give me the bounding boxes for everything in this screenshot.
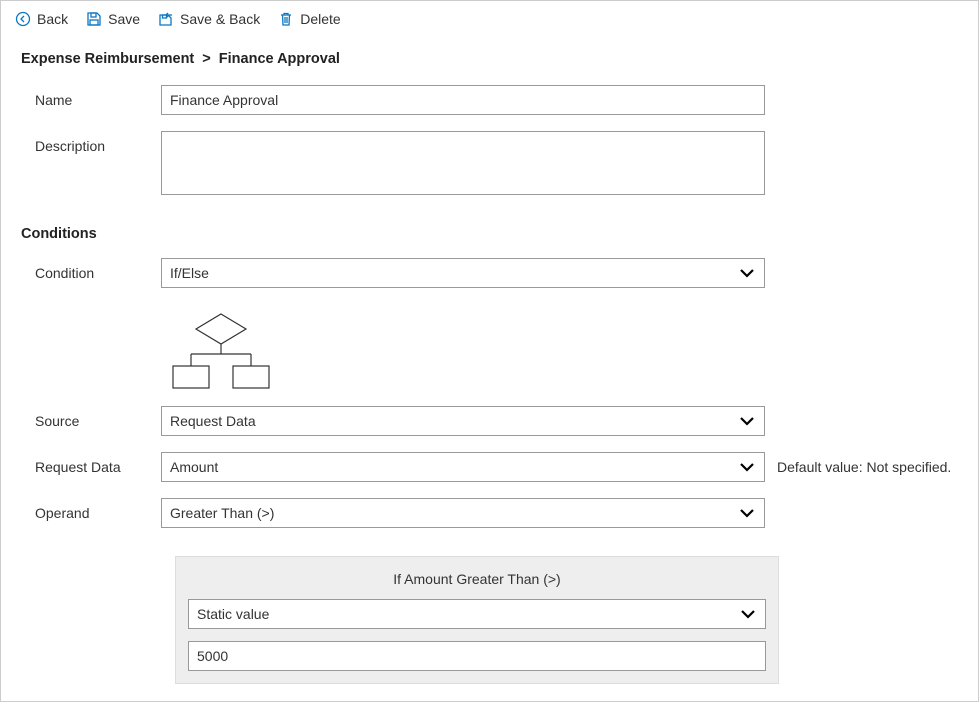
app-frame: Back Save Save & Back xyxy=(0,0,979,702)
breadcrumb-root[interactable]: Expense Reimbursement xyxy=(21,51,194,67)
source-row: Source Request Data xyxy=(21,406,958,436)
chevron-down-icon xyxy=(738,264,756,282)
operand-row: Operand Greater Than (>) xyxy=(21,498,958,528)
source-label: Source xyxy=(21,406,161,429)
delete-label: Delete xyxy=(300,11,340,27)
value-source-select[interactable]: Static value xyxy=(188,599,766,629)
toolbar: Back Save Save & Back xyxy=(1,1,978,35)
value-source-value: Static value xyxy=(197,606,269,622)
source-value: Request Data xyxy=(170,413,256,429)
condition-row: Condition If/Else xyxy=(21,258,958,288)
save-icon xyxy=(86,11,102,27)
back-label: Back xyxy=(37,11,68,27)
request-data-note: Default value: Not specified. xyxy=(765,452,951,475)
back-button[interactable]: Back xyxy=(15,11,68,27)
request-data-label: Request Data xyxy=(21,452,161,475)
static-value-input[interactable] xyxy=(188,641,766,671)
condition-value: If/Else xyxy=(170,265,209,281)
save-label: Save xyxy=(108,11,140,27)
breadcrumb: Expense Reimbursement > Finance Approval xyxy=(21,43,958,85)
save-back-label: Save & Back xyxy=(180,11,260,27)
operand-value: Greater Than (>) xyxy=(170,505,274,521)
conditions-heading: Conditions xyxy=(21,214,958,258)
source-select[interactable]: Request Data xyxy=(161,406,765,436)
breadcrumb-separator: > xyxy=(198,51,214,67)
condition-panel-title: If Amount Greater Than (>) xyxy=(188,569,766,599)
save-back-icon xyxy=(158,11,174,27)
content-area: Expense Reimbursement > Finance Approval… xyxy=(1,35,978,704)
operand-select[interactable]: Greater Than (>) xyxy=(161,498,765,528)
request-data-select[interactable]: Amount xyxy=(161,452,765,482)
description-row: Description xyxy=(21,131,958,198)
condition-panel: If Amount Greater Than (>) Static value xyxy=(175,556,779,684)
chevron-down-icon xyxy=(738,412,756,430)
chevron-down-icon xyxy=(738,458,756,476)
arrow-left-circle-icon xyxy=(15,11,31,27)
condition-select[interactable]: If/Else xyxy=(161,258,765,288)
request-data-row: Request Data Amount Default value: Not s… xyxy=(21,452,958,482)
description-label: Description xyxy=(21,131,161,154)
chevron-down-icon xyxy=(739,605,757,623)
trash-icon xyxy=(278,11,294,27)
name-input[interactable] xyxy=(161,85,765,115)
delete-button[interactable]: Delete xyxy=(278,11,340,27)
operand-label: Operand xyxy=(21,498,161,521)
name-label: Name xyxy=(21,85,161,108)
condition-label: Condition xyxy=(21,258,161,281)
save-back-button[interactable]: Save & Back xyxy=(158,11,260,27)
description-input[interactable] xyxy=(161,131,765,195)
save-button[interactable]: Save xyxy=(86,11,140,27)
request-data-value: Amount xyxy=(170,459,218,475)
name-row: Name xyxy=(21,85,958,115)
ifelse-diagram xyxy=(21,304,958,406)
chevron-down-icon xyxy=(738,504,756,522)
breadcrumb-current: Finance Approval xyxy=(219,51,340,67)
